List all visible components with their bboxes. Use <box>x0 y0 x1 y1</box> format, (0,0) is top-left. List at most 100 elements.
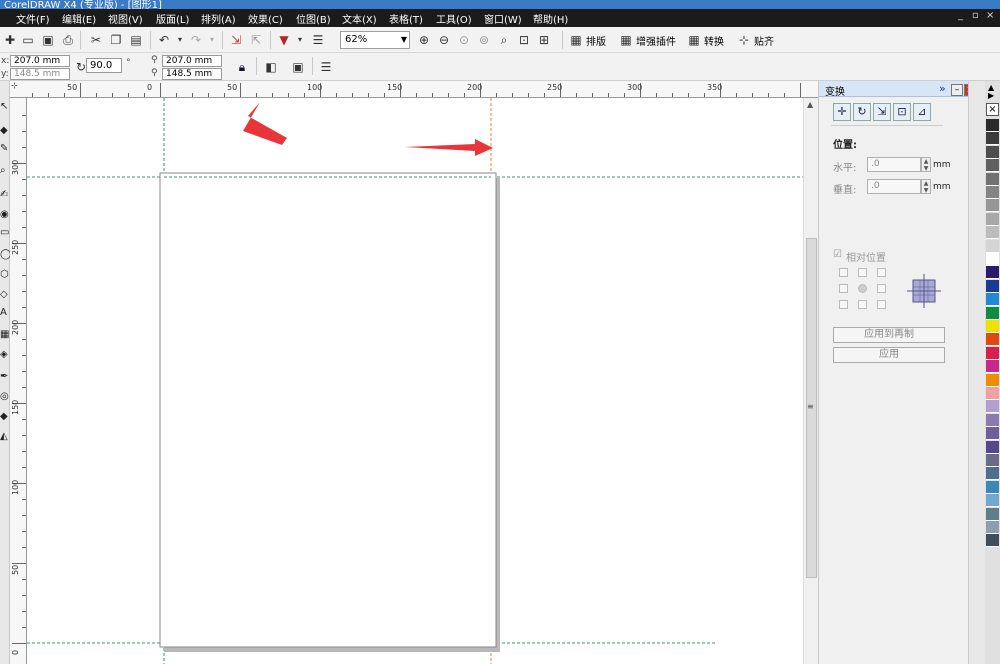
undo-icon[interactable]: ↶ <box>156 32 172 48</box>
color-swatch[interactable] <box>986 172 999 186</box>
x-position-field[interactable]: 207.0 mm <box>10 55 70 67</box>
zoom-level-select[interactable]: 62% ▼ <box>340 31 410 49</box>
basic-shapes-icon[interactable]: ◇ <box>0 289 10 303</box>
scale-mode-icon[interactable]: ⇲ <box>873 103 891 121</box>
color-swatch[interactable] <box>986 333 999 347</box>
color-swatch[interactable] <box>986 427 999 441</box>
zoom-tool-icon[interactable]: ⌕ <box>0 165 10 179</box>
color-swatch[interactable] <box>986 132 999 146</box>
vertical-stepper[interactable]: ▲ ▼ <box>921 179 931 194</box>
menu-help[interactable]: 帮助(H) <box>533 11 568 26</box>
menu-window[interactable]: 窗口(W) <box>484 11 522 26</box>
menu-arrange[interactable]: 排列(A) <box>201 11 236 26</box>
color-swatch[interactable] <box>986 306 999 320</box>
table-tool-icon[interactable]: ▦ <box>0 329 10 343</box>
redo-dropdown-icon[interactable]: ▾ <box>204 32 220 48</box>
page-orientation-icon[interactable]: ◧ <box>263 59 279 75</box>
convert-plugin-icon[interactable]: ▦ <box>686 32 702 48</box>
color-swatch[interactable] <box>986 360 999 374</box>
interactive-tool-icon[interactable]: ◈ <box>0 349 10 363</box>
zoom-all-icon[interactable]: ⊚ <box>476 32 492 48</box>
anchor-top-center[interactable] <box>858 268 867 277</box>
color-swatch[interactable] <box>986 212 999 226</box>
color-swatch[interactable] <box>986 320 999 333</box>
snap-label[interactable]: 贴齐 <box>754 33 774 48</box>
skew-mode-icon[interactable]: ⊿ <box>913 103 931 121</box>
cut-icon[interactable]: ✂ <box>88 32 104 48</box>
color-swatch[interactable] <box>986 253 999 266</box>
color-swatch[interactable] <box>986 480 999 494</box>
ruler-corner-icon[interactable]: ⊹ <box>11 81 18 90</box>
color-swatch[interactable] <box>986 293 999 307</box>
anchor-bottom-center[interactable] <box>858 300 867 309</box>
color-swatch[interactable] <box>986 507 999 521</box>
rotation-angle-field[interactable]: 90.0 <box>86 58 122 73</box>
copy-icon[interactable]: ❐ <box>108 32 124 48</box>
redo-icon[interactable]: ↷ <box>188 32 204 48</box>
docker-expand-icon[interactable]: » <box>939 82 946 95</box>
color-swatch[interactable] <box>986 400 999 414</box>
color-swatch[interactable] <box>986 186 999 199</box>
page-frame-icon[interactable]: ▣ <box>290 59 306 75</box>
paste-icon[interactable]: ▤ <box>128 32 144 48</box>
scroll-up-icon[interactable]: ▲ <box>807 100 813 109</box>
anchor-center[interactable] <box>858 284 867 293</box>
color-swatch[interactable] <box>986 239 999 253</box>
anchor-bottom-right[interactable] <box>877 300 886 309</box>
restore-button[interactable]: ▫ <box>972 10 979 21</box>
docker-minimize-button[interactable]: – <box>951 84 963 96</box>
horizontal-stepper[interactable]: ▲ ▼ <box>921 157 931 172</box>
minimize-button[interactable]: _ <box>958 10 963 21</box>
menu-edit[interactable]: 编辑(E) <box>62 11 96 26</box>
print-icon[interactable]: ⎙ <box>60 32 76 48</box>
color-swatch[interactable] <box>986 279 999 293</box>
freehand-tool-icon[interactable]: ✍ <box>0 189 10 203</box>
position-mode-icon[interactable]: ✛ <box>833 103 851 121</box>
zoom-height-icon[interactable]: ⊞ <box>536 32 552 48</box>
anchor-top-right[interactable] <box>877 268 886 277</box>
horizontal-ruler[interactable]: ⊹ 50 0 50 100 150 200 250 300 350 <box>10 81 818 98</box>
menu-table[interactable]: 表格(T) <box>389 11 423 26</box>
anchor-bottom-left[interactable] <box>839 300 848 309</box>
polygon-tool-icon[interactable]: ⬡ <box>0 269 10 283</box>
y-position-field[interactable]: 148.5 mm <box>10 68 70 80</box>
drawing-canvas[interactable] <box>27 98 803 664</box>
anchor-top-left[interactable] <box>839 268 848 277</box>
options-icon[interactable]: ☰ <box>310 32 326 48</box>
convert-plugin-label[interactable]: 转换 <box>704 33 724 48</box>
close-button[interactable]: × <box>986 10 994 21</box>
color-swatch[interactable] <box>986 346 999 360</box>
position-y-field[interactable]: 148.5 mm <box>162 68 222 80</box>
undo-dropdown-icon[interactable]: ▾ <box>172 32 188 48</box>
shape-tool-icon[interactable]: ◆ <box>0 125 10 139</box>
no-color-swatch[interactable]: × <box>986 103 999 116</box>
rectangle-tool-icon[interactable]: ▭ <box>0 227 10 241</box>
menu-text[interactable]: 文本(X) <box>342 11 377 26</box>
vertical-position-input[interactable]: .0 <box>867 179 921 194</box>
color-swatch[interactable] <box>986 534 999 548</box>
enhance-plugin-icon[interactable]: ▦ <box>618 32 634 48</box>
save-icon[interactable]: ▣ <box>40 32 56 48</box>
palette-flyout-icon[interactable]: ▶ <box>988 91 994 100</box>
horizontal-position-input[interactable]: .0 <box>867 157 921 172</box>
lock-icon[interactable]: 🔒︎ <box>234 59 250 75</box>
import-icon[interactable]: ⇲ <box>228 32 244 48</box>
color-swatch[interactable] <box>986 373 999 387</box>
eyedropper-icon[interactable]: ✒ <box>0 371 10 385</box>
zoom-page-icon[interactable]: ⌕ <box>496 32 512 48</box>
crop-tool-icon[interactable]: ✎ <box>0 143 10 157</box>
open-icon[interactable]: ▭ <box>20 32 36 48</box>
color-swatch[interactable] <box>986 494 999 508</box>
pick-tool-icon[interactable]: ↖ <box>0 101 10 115</box>
color-swatch[interactable] <box>986 467 999 481</box>
options-icon[interactable]: ☰ <box>318 59 334 75</box>
color-swatch[interactable] <box>986 440 999 454</box>
color-swatch[interactable] <box>986 413 999 427</box>
smart-fill-icon[interactable]: ◉ <box>0 209 10 223</box>
anchor-middle-right[interactable] <box>877 284 886 293</box>
layout-plugin-icon[interactable]: ▦ <box>568 32 584 48</box>
ellipse-tool-icon[interactable]: ◯ <box>0 249 10 263</box>
snap-icon[interactable]: ⊹ <box>736 32 752 48</box>
color-swatch[interactable] <box>986 159 999 173</box>
layout-plugin-label[interactable]: 排版 <box>586 33 606 48</box>
